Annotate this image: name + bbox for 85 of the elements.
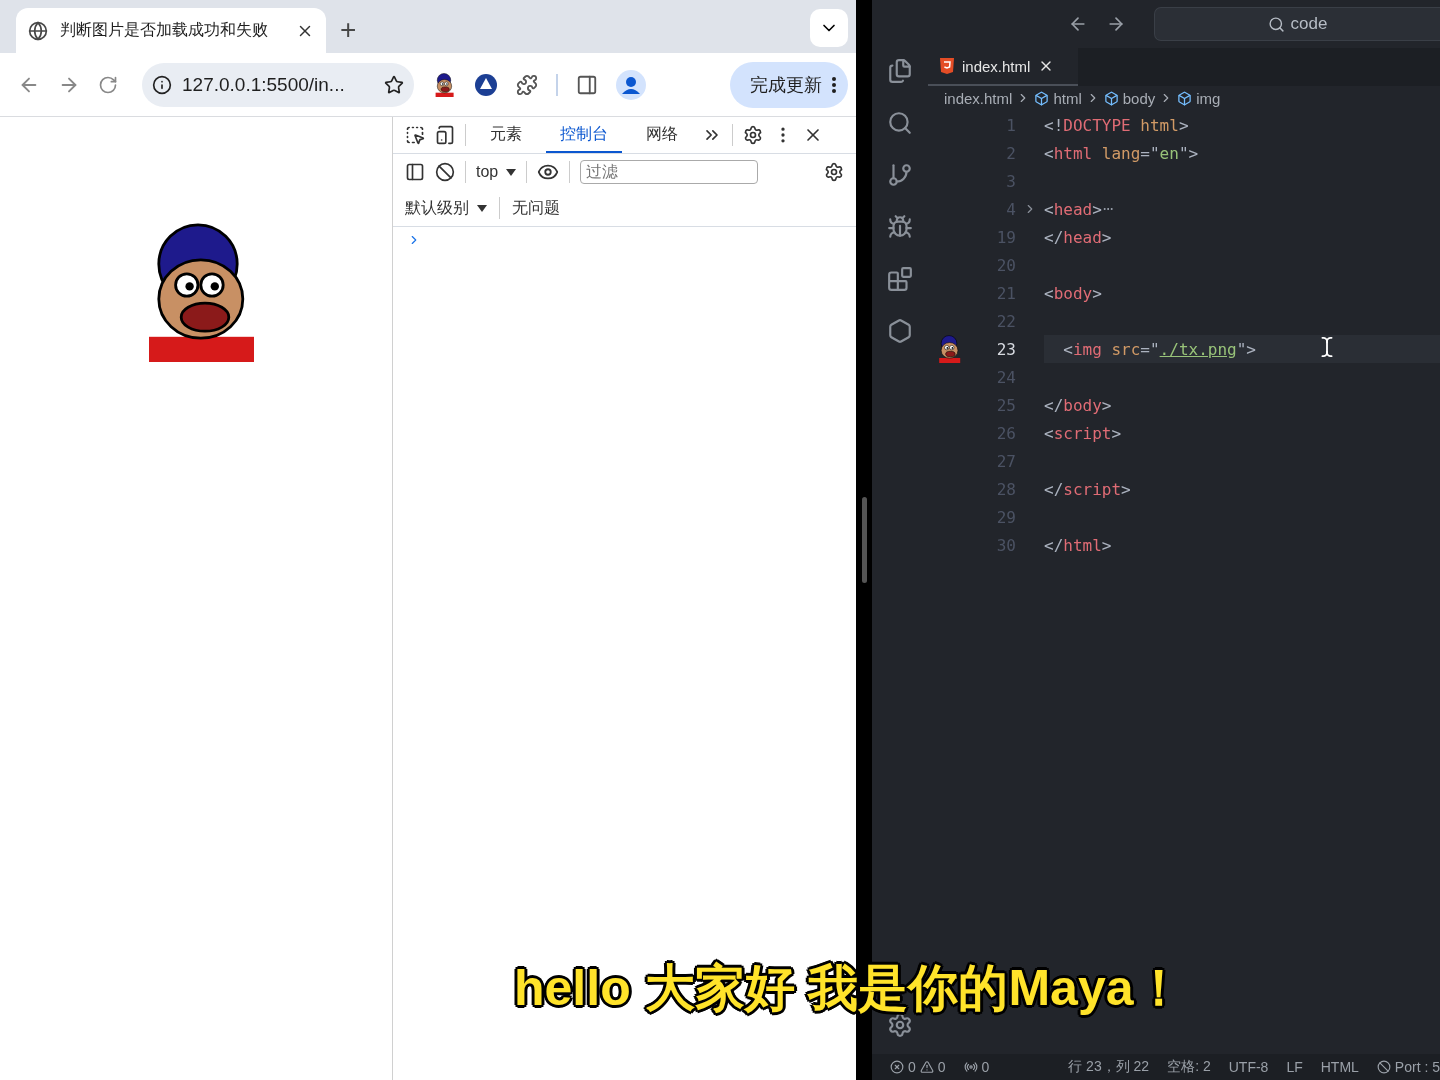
line-number: 29 bbox=[995, 507, 1016, 527]
filter-field[interactable]: 过滤 bbox=[580, 160, 759, 184]
indentation-status[interactable]: 空格: 2 bbox=[1167, 1058, 1211, 1076]
line-number: 21 bbox=[995, 283, 1016, 303]
eol-status[interactable]: LF bbox=[1286, 1059, 1303, 1075]
code-line: </head> bbox=[1044, 226, 1113, 249]
breadcrumb-item[interactable]: img bbox=[1196, 89, 1221, 107]
code-line: <html lang="en"> bbox=[1044, 142, 1200, 165]
code-line: <!DOCTYPE html> bbox=[1044, 114, 1190, 137]
cube-icon bbox=[1177, 90, 1193, 106]
port-status[interactable]: Port : 5 bbox=[1376, 1059, 1440, 1075]
settings-icon[interactable] bbox=[887, 1012, 913, 1038]
warning-icon bbox=[919, 1060, 934, 1074]
resize-handle[interactable] bbox=[861, 497, 867, 583]
code-line: </body> bbox=[1044, 394, 1113, 417]
line-number: 24 bbox=[995, 367, 1016, 387]
branch-icon[interactable] bbox=[887, 162, 913, 188]
search-icon[interactable] bbox=[887, 110, 913, 136]
side-panel-icon[interactable] bbox=[576, 73, 598, 96]
cube-icon bbox=[1034, 90, 1050, 106]
files-icon[interactable] bbox=[887, 58, 913, 84]
line-number: 1 bbox=[1005, 115, 1016, 135]
debug-icon[interactable] bbox=[887, 214, 913, 240]
line-number: 20 bbox=[995, 255, 1016, 275]
search-icon bbox=[1267, 15, 1285, 33]
new-tab-button[interactable]: + bbox=[340, 13, 357, 46]
code-line: </script> bbox=[1044, 478, 1132, 501]
clear-console-icon[interactable] bbox=[435, 162, 455, 182]
line-number: 2 bbox=[1005, 143, 1016, 163]
extensions-icon[interactable] bbox=[887, 266, 913, 292]
issues-text: 无问题 bbox=[512, 197, 560, 218]
error-icon bbox=[890, 1060, 904, 1074]
context-dropdown[interactable]: top bbox=[476, 163, 517, 181]
cursor-position[interactable]: 行 23，列 22 bbox=[1068, 1058, 1150, 1076]
more-icon bbox=[832, 76, 836, 93]
line-number: 23 bbox=[995, 339, 1016, 359]
line-number: 28 bbox=[995, 479, 1016, 499]
language-status[interactable]: HTML bbox=[1320, 1059, 1359, 1075]
log-level-dropdown[interactable]: 默认级别 bbox=[405, 197, 487, 219]
breadcrumb-item[interactable]: html bbox=[1053, 89, 1082, 107]
breadcrumb-item[interactable]: index.html bbox=[944, 89, 1013, 107]
info-icon[interactable] bbox=[152, 74, 172, 95]
sidebar-icon[interactable] bbox=[405, 162, 425, 182]
code-line: <head> bbox=[1044, 195, 1440, 223]
browser-tab[interactable]: 判断图片是否加载成功和失败 bbox=[16, 8, 326, 53]
settings-icon[interactable] bbox=[824, 162, 844, 182]
code-line: <body> bbox=[1044, 282, 1103, 305]
problems-status[interactable]: 0 0 bbox=[890, 1059, 946, 1075]
inspect-icon[interactable] bbox=[405, 125, 425, 145]
globe-icon bbox=[28, 20, 48, 41]
ports-status[interactable]: 0 bbox=[963, 1059, 990, 1075]
line-number: 25 bbox=[995, 395, 1016, 415]
device-toolbar-icon[interactable] bbox=[435, 125, 455, 145]
line-number: 30 bbox=[995, 535, 1016, 555]
line-number: 4 bbox=[1005, 199, 1016, 219]
prohibited-icon bbox=[1376, 1060, 1391, 1074]
editor-tab[interactable]: index.html bbox=[928, 48, 1078, 86]
line-number: 19 bbox=[995, 227, 1016, 247]
devtools-tab[interactable]: 元素 bbox=[476, 117, 536, 153]
reload-icon[interactable] bbox=[98, 74, 118, 95]
line-number: 22 bbox=[995, 311, 1016, 331]
caret-icon bbox=[506, 168, 517, 176]
url-text: 127.0.0.1:5500/in... bbox=[182, 73, 346, 96]
line-number: 26 bbox=[995, 423, 1016, 443]
broadcast-icon bbox=[963, 1060, 978, 1074]
command-search-field[interactable]: code bbox=[1154, 7, 1440, 41]
hexagon-icon[interactable] bbox=[887, 318, 913, 344]
star-icon[interactable] bbox=[384, 74, 404, 95]
tab-title: 判断图片是否加载成功和失败 bbox=[60, 20, 269, 40]
caret-icon bbox=[477, 204, 487, 212]
line-number: 27 bbox=[995, 451, 1016, 471]
settings-icon[interactable] bbox=[743, 125, 763, 145]
cube-icon bbox=[1103, 90, 1119, 106]
devtools-tab[interactable]: 网络 bbox=[632, 117, 692, 153]
profile-icon[interactable] bbox=[616, 69, 646, 100]
address-bar[interactable]: 127.0.0.1:5500/in... bbox=[142, 62, 414, 107]
devtools-tab[interactable]: 控制台 bbox=[546, 117, 622, 153]
html5-icon bbox=[940, 58, 954, 74]
line-number: 3 bbox=[1005, 171, 1016, 191]
code-line: </html> bbox=[1044, 534, 1113, 557]
puzzle-icon[interactable] bbox=[516, 73, 538, 96]
update-button[interactable]: 完成更新 bbox=[730, 61, 848, 108]
code-line: <script> bbox=[1044, 422, 1123, 445]
encoding-status[interactable]: UTF-8 bbox=[1228, 1059, 1269, 1075]
breadcrumb-item[interactable]: body bbox=[1122, 89, 1156, 107]
